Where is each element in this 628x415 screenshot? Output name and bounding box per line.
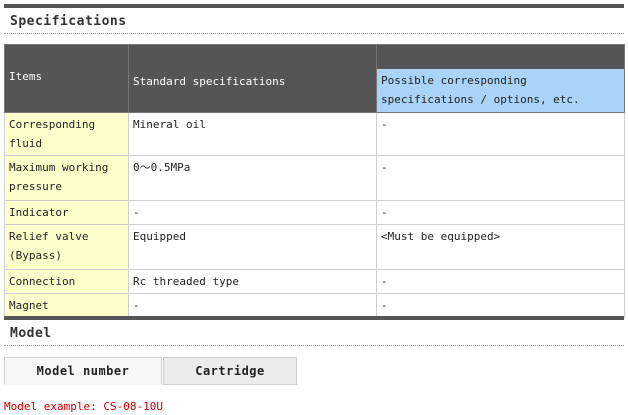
table-row: Indicator - - <box>4 200 625 225</box>
row-item: Relief valve (Bypass) <box>4 224 129 270</box>
row-item: Indicator <box>4 200 129 225</box>
header-possible-label: Possible corresponding specifications / … <box>377 69 624 112</box>
header-standard-specifications: Standard specifications <box>128 44 377 113</box>
row-standard: Equipped <box>128 224 377 270</box>
model-title: Model <box>10 326 52 341</box>
row-possible: - <box>376 155 625 201</box>
row-standard: - <box>128 200 377 225</box>
table-row: Magnet - - <box>4 293 625 318</box>
specifications-section-header: Specifications <box>4 8 624 34</box>
header-possible-specifications: Possible corresponding specifications / … <box>376 44 625 113</box>
row-item: Maximum working pressure <box>4 155 129 201</box>
row-possible: - <box>376 269 625 294</box>
specifications-title: Specifications <box>10 14 127 29</box>
tab-model-number[interactable]: Model number <box>4 357 162 385</box>
header-items: Items <box>4 44 129 113</box>
row-item: Corresponding fluid <box>4 112 129 156</box>
row-possible: - <box>376 200 625 225</box>
specifications-table: Items Standard specifications Possible c… <box>4 44 625 318</box>
table-header-row: Items Standard specifications Possible c… <box>4 44 625 113</box>
row-item: Magnet <box>4 293 129 318</box>
row-standard: 0～0.5MPa <box>128 155 377 201</box>
row-standard: Rc threaded type <box>128 269 377 294</box>
row-possible: - <box>376 293 625 318</box>
row-standard: Mineral oil <box>128 112 377 156</box>
table-row: Relief valve (Bypass) Equipped <Must be … <box>4 224 625 270</box>
model-example-text: Model example: CS-08-10U <box>4 400 163 413</box>
tab-cartridge[interactable]: Cartridge <box>163 357 297 385</box>
table-row: Connection Rc threaded type - <box>4 269 625 294</box>
table-row: Maximum working pressure 0～0.5MPa - <box>4 155 625 201</box>
row-item: Connection <box>4 269 129 294</box>
row-standard: - <box>128 293 377 318</box>
row-possible: <Must be equipped> <box>376 224 625 270</box>
model-section-header: Model <box>4 320 624 346</box>
row-possible: - <box>376 112 625 156</box>
table-row: Corresponding fluid Mineral oil - <box>4 112 625 156</box>
